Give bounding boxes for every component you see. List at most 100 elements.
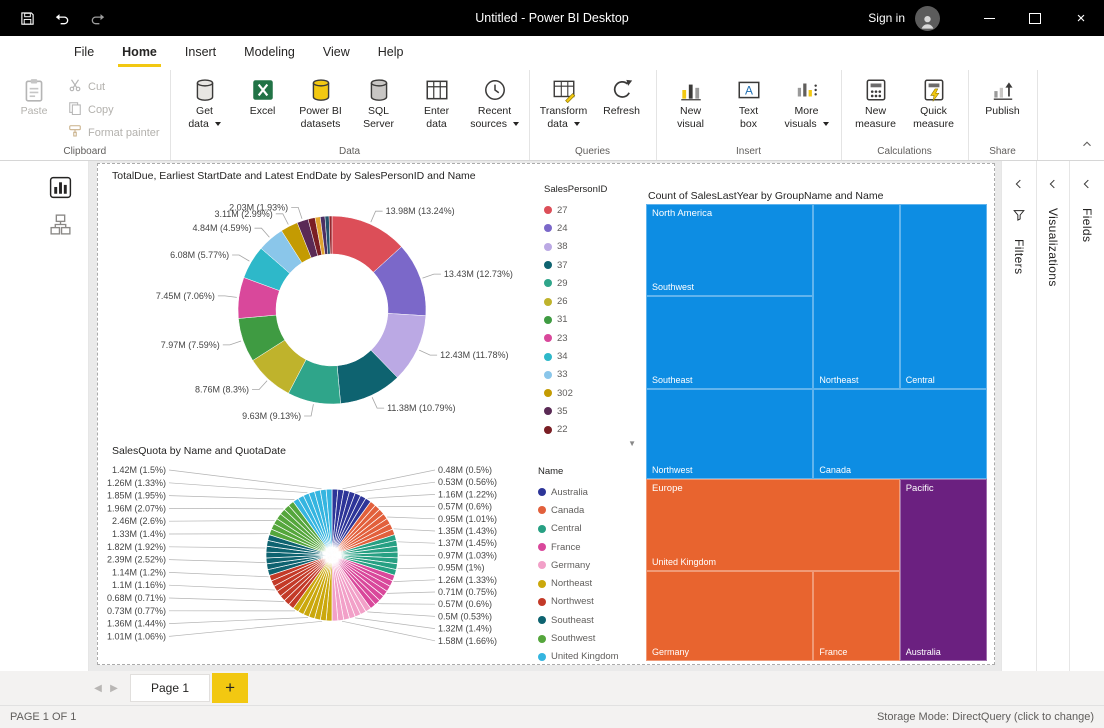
publish-button[interactable]: Publish [975, 73, 1031, 120]
menu-help[interactable]: Help [364, 36, 418, 70]
legend-item[interactable]: 33 [544, 366, 640, 384]
legend-item[interactable]: France [538, 538, 634, 556]
treemap-cell-canada[interactable]: Canada [813, 389, 987, 479]
collapse-ribbon-icon[interactable] [1080, 137, 1094, 156]
menu-insert[interactable]: Insert [171, 36, 230, 70]
report-view-button[interactable] [48, 175, 73, 200]
treemap-cell-southeast[interactable]: Southeast [646, 296, 813, 389]
treemap-cell-central[interactable]: Central [900, 204, 987, 389]
menu-home[interactable]: Home [108, 36, 171, 70]
treemap-cell-northwest[interactable]: Northwest [646, 389, 813, 479]
save-button[interactable] [20, 11, 35, 26]
power-bi-datasets-button[interactable]: Power BIdatasets [293, 73, 349, 133]
model-view-button[interactable] [48, 212, 73, 237]
treemap-cell-germany[interactable]: Germany [646, 571, 813, 661]
pie-chart-visual[interactable]: SalesQuota by Name and QuotaDate 1.42M (… [98, 442, 646, 662]
menu-modeling[interactable]: Modeling [230, 36, 309, 70]
storage-mode-status[interactable]: Storage Mode: DirectQuery (click to chan… [877, 711, 1094, 723]
legend-item[interactable]: 31 [544, 311, 640, 329]
treemap-visual[interactable]: Count of SalesLastYear by GroupName and … [646, 190, 987, 662]
legend-title: SalesPersonID [544, 184, 640, 195]
sign-in-link[interactable]: Sign in [868, 11, 905, 25]
add-page-button[interactable]: + [212, 673, 248, 703]
legend-item-label: 38 [557, 241, 568, 252]
close-button[interactable]: × [1058, 0, 1104, 36]
treemap-cell-southwest[interactable]: North America Southwest [646, 204, 813, 296]
treemap-chart[interactable]: North America Southwest Southeast Northw… [646, 204, 987, 661]
treemap-cell-united-kingdom[interactable]: Europe United Kingdom [646, 479, 900, 571]
transform-data-button[interactable]: Transformdata [536, 73, 592, 133]
legend-item-label: 23 [557, 333, 568, 344]
format-painter-button[interactable]: Format painter [68, 124, 160, 141]
undo-button[interactable] [55, 11, 70, 26]
status-bar: PAGE 1 OF 1 Storage Mode: DirectQuery (c… [0, 705, 1104, 728]
new-visual-button[interactable]: Newvisual [663, 73, 719, 133]
menu-view[interactable]: View [309, 36, 364, 70]
expand-fields-icon[interactable] [1080, 177, 1094, 196]
paste-button[interactable]: Paste [6, 73, 62, 120]
filters-pane-collapsed[interactable]: Filters [1001, 161, 1036, 671]
legend-item-label: Central [551, 523, 582, 534]
report-canvas[interactable]: TotalDue, Earliest StartDate and Latest … [89, 161, 1001, 671]
legend-item[interactable]: 34 [544, 347, 640, 365]
legend-item[interactable]: 26 [544, 292, 640, 310]
legend-item[interactable]: 38 [544, 238, 640, 256]
legend-item[interactable]: 35 [544, 402, 640, 420]
treemap-group-label: North America [652, 208, 712, 219]
excel-button[interactable]: Excel [235, 73, 291, 120]
copy-button[interactable]: Copy [68, 101, 160, 118]
next-page-arrow[interactable]: ▶ [106, 683, 122, 694]
legend-item[interactable]: Southwest [538, 629, 634, 647]
svg-text:0.57M (0.6%): 0.57M (0.6%) [438, 599, 492, 609]
legend-item[interactable]: 23 [544, 329, 640, 347]
text-box-button[interactable]: ATextbox [721, 73, 777, 133]
legend-item[interactable]: 27 [544, 201, 640, 219]
enter-data-button[interactable]: Enterdata [409, 73, 465, 133]
report-page[interactable]: TotalDue, Earliest StartDate and Latest … [97, 163, 995, 665]
dropdown-caret-icon [513, 122, 519, 126]
treemap-cell-northeast[interactable]: Northeast [813, 204, 899, 389]
redo-button[interactable] [90, 11, 105, 26]
donut-chart-visual[interactable]: TotalDue, Earliest StartDate and Latest … [104, 166, 648, 442]
svg-text:6.08M (5.77%): 6.08M (5.77%) [170, 250, 229, 260]
legend-item[interactable]: Northwest [538, 593, 634, 611]
legend-item[interactable]: 29 [544, 274, 640, 292]
refresh-button[interactable]: Refresh [594, 73, 650, 120]
legend-item[interactable]: 24 [544, 219, 640, 237]
more-visuals-button[interactable]: Morevisuals [779, 73, 835, 133]
legend-item[interactable]: 37 [544, 256, 640, 274]
legend-item[interactable]: 302 [544, 384, 640, 402]
legend-item[interactable]: Canada [538, 501, 634, 519]
legend-item[interactable]: Northeast [538, 574, 634, 592]
sql-server-button[interactable]: SQLServer [351, 73, 407, 133]
get-data-button[interactable]: Getdata [177, 73, 233, 133]
menu-file[interactable]: File [60, 36, 108, 70]
visualizations-pane-collapsed[interactable]: Visualizations [1036, 161, 1069, 671]
cut-button[interactable]: Cut [68, 78, 160, 95]
treemap-cell-france[interactable]: France [813, 571, 899, 661]
new-measure-button[interactable]: Newmeasure [848, 73, 904, 133]
fields-pane-collapsed[interactable]: Fields [1069, 161, 1104, 671]
legend-item[interactable]: Australia [538, 483, 634, 501]
page-tab[interactable]: Page 1 [130, 674, 210, 702]
legend-item[interactable]: Germany [538, 556, 634, 574]
legend-item[interactable]: Central [538, 520, 634, 538]
svg-text:2.03M (1.93%): 2.03M (1.93%) [229, 202, 288, 212]
legend-item[interactable]: Southeast [538, 611, 634, 629]
previous-page-arrow[interactable]: ◀ [90, 683, 106, 694]
treemap-cell-label: United Kingdom [652, 557, 716, 567]
ribbon-group-calculations: NewmeasureQuickmeasureCalculations [842, 70, 969, 160]
quick-measure-button[interactable]: Quickmeasure [906, 73, 962, 133]
recent-sources-button[interactable]: Recentsources [467, 73, 523, 133]
maximize-button[interactable] [1012, 0, 1058, 36]
treemap-cell-australia[interactable]: Pacific Australia [900, 479, 987, 661]
legend-item[interactable]: 22 [544, 421, 640, 439]
legend-color-dot [538, 616, 546, 624]
svg-text:1.37M (1.45%): 1.37M (1.45%) [438, 538, 497, 548]
legend-item-label: 22 [557, 424, 568, 435]
expand-filters-icon[interactable] [1012, 177, 1026, 196]
avatar[interactable] [915, 6, 940, 31]
expand-visualizations-icon[interactable] [1046, 177, 1060, 196]
minimize-button[interactable] [966, 0, 1012, 36]
legend-item[interactable]: United Kingdom [538, 648, 634, 666]
